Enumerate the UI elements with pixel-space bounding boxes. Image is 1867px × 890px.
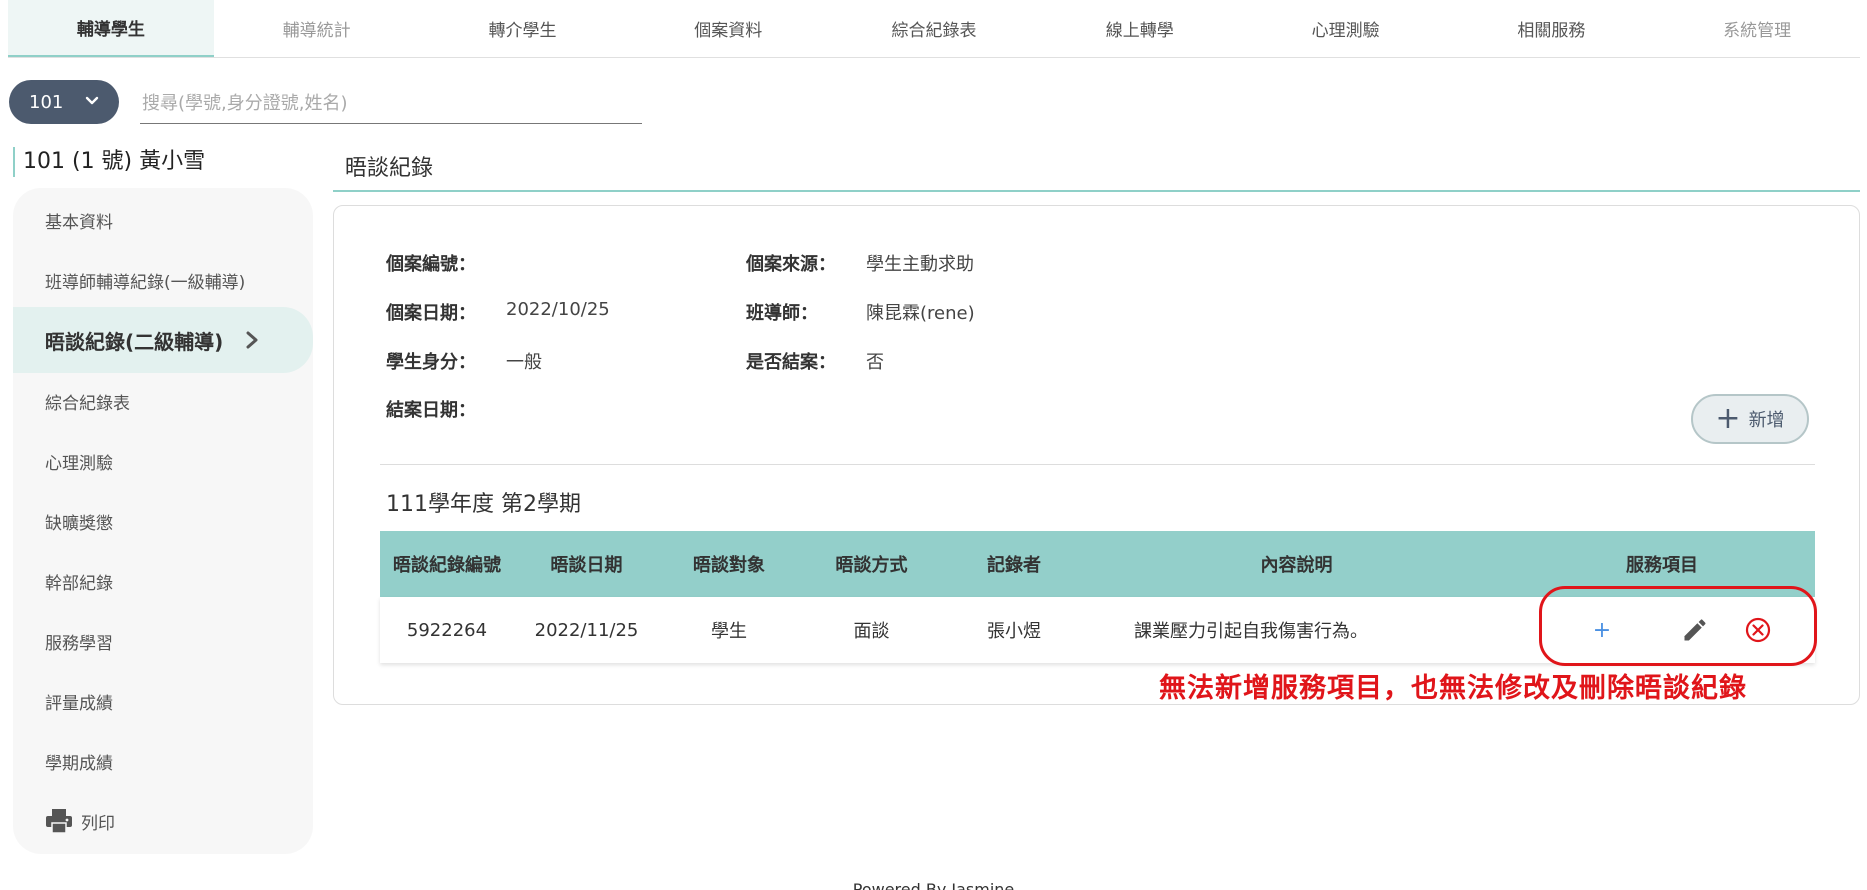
case-no-label: 個案編號： xyxy=(386,254,476,275)
sidebar-item-basic-info[interactable]: 基本資料 xyxy=(13,192,313,248)
annotation-text: 無法新增服務項目，也無法修改及刪除晤談紀錄 xyxy=(1159,673,1747,704)
header-cell: 晤談日期 xyxy=(550,555,623,576)
student-identity-value: 一般 xyxy=(506,352,542,373)
footer-text: Powered By Jasmine xyxy=(852,880,1015,890)
class-select[interactable]: 101 xyxy=(9,80,119,124)
close-date-label: 結案日期： xyxy=(386,400,476,421)
sidebar-item-cadre-record[interactable]: 幹部紀錄 xyxy=(13,553,313,609)
header-cell: 晤談紀錄編號 xyxy=(393,555,501,576)
sidebar-item-service-learning[interactable]: 服務學習 xyxy=(13,613,313,669)
record-id-cell: 5922264 xyxy=(406,619,488,641)
case-date-label: 個案日期： xyxy=(386,303,476,324)
record-target-cell: 學生 xyxy=(711,621,747,642)
tab-related-services[interactable]: 相關服務 xyxy=(1448,0,1654,57)
page-title: 晤談紀錄 xyxy=(333,152,1860,192)
sidebar-item-psych-test[interactable]: 心理測驗 xyxy=(13,433,313,489)
sidebar: 基本資料 班導師輔導紀錄(一級輔導) 晤談紀錄(二級輔導) 綜合紀錄表 心理測驗… xyxy=(13,188,313,854)
chevron-down-icon xyxy=(85,96,99,105)
record-date-cell: 2022/11/25 xyxy=(534,619,639,641)
student-name: 101 (1 號) 黃小雪 xyxy=(13,147,205,177)
tab-comprehensive-record[interactable]: 綜合紀錄表 xyxy=(831,0,1037,57)
add-record-label: 新增 xyxy=(1748,410,1785,431)
case-source-value: 學生主動求助 xyxy=(866,254,974,275)
tab-psych-test[interactable]: 心理測驗 xyxy=(1243,0,1449,57)
sidebar-item-label: 幹部紀錄 xyxy=(45,573,113,594)
tab-counseling-students[interactable]: 輔導學生 xyxy=(8,0,214,57)
case-closed-value: 否 xyxy=(866,352,884,373)
class-teacher-value: 陳昆霖(rene) xyxy=(866,303,975,324)
sidebar-item-assessment-scores[interactable]: 評量成績 xyxy=(13,673,313,729)
top-nav: 輔導學生 輔導統計 轉介學生 個案資料 綜合紀錄表 線上轉學 心理測驗 相關服務… xyxy=(8,0,1860,58)
student-identity-label: 學生身分： xyxy=(386,352,476,373)
printer-icon xyxy=(46,809,72,834)
divider xyxy=(380,464,1815,465)
annotation-highlight-ring xyxy=(1539,586,1817,666)
case-source-label: 個案來源： xyxy=(746,254,836,275)
header-cell: 晤談方式 xyxy=(835,555,908,576)
sidebar-item-label: 綜合紀錄表 xyxy=(45,393,130,414)
interview-record-card: 個案編號： 個案來源： 學生主動求助 個案日期： 2022/10/25 班導師：… xyxy=(333,205,1860,705)
sidebar-item-label: 晤談紀錄(二級輔導) xyxy=(45,329,224,354)
sidebar-item-label: 服務學習 xyxy=(45,633,113,654)
sidebar-item-label: 評量成績 xyxy=(45,693,113,714)
sidebar-item-label: 列印 xyxy=(81,813,115,834)
record-method-cell: 面談 xyxy=(853,621,890,642)
add-record-button[interactable]: + 新增 xyxy=(1691,394,1809,444)
case-date-value: 2022/10/25 xyxy=(506,299,610,320)
sidebar-item-label: 缺曠獎懲 xyxy=(45,513,113,534)
tab-system-admin[interactable]: 系統管理 xyxy=(1654,0,1860,57)
class-teacher-label: 班導師： xyxy=(746,303,818,324)
tab-counseling-statistics[interactable]: 輔導統計 xyxy=(214,0,420,57)
sidebar-item-comprehensive-record[interactable]: 綜合紀錄表 xyxy=(13,373,313,429)
sidebar-item-label: 學期成績 xyxy=(45,753,113,774)
tab-referral-students[interactable]: 轉介學生 xyxy=(420,0,626,57)
plus-icon: + xyxy=(1715,401,1741,436)
sidebar-item-label: 班導師輔導紀錄(一級輔導) xyxy=(45,272,246,293)
sidebar-item-interview-record[interactable]: 晤談紀錄(二級輔導) xyxy=(13,307,313,373)
chevron-right-icon xyxy=(246,331,258,349)
search-input[interactable] xyxy=(140,84,642,124)
sidebar-item-attendance[interactable]: 缺曠獎懲 xyxy=(13,493,313,549)
tab-online-transfer[interactable]: 線上轉學 xyxy=(1037,0,1243,57)
sidebar-item-teacher-record[interactable]: 班導師輔導紀錄(一級輔導) xyxy=(13,252,313,308)
header-cell: 內容說明 xyxy=(1260,555,1333,576)
sidebar-item-print[interactable]: 列印 xyxy=(13,793,313,849)
header-cell: 記錄者 xyxy=(987,555,1041,576)
class-select-value: 101 xyxy=(29,91,64,113)
case-closed-label: 是否結案： xyxy=(746,352,836,373)
sidebar-item-semester-scores[interactable]: 學期成績 xyxy=(13,733,313,789)
header-cell: 晤談對象 xyxy=(693,555,765,576)
sidebar-item-label: 基本資料 xyxy=(45,212,113,233)
record-recorder-cell: 張小煜 xyxy=(987,621,1041,642)
record-content-cell: 課業壓力引起自我傷害行為。 xyxy=(1134,621,1368,642)
sidebar-item-label: 心理測驗 xyxy=(45,453,113,474)
tab-case-data[interactable]: 個案資料 xyxy=(625,0,831,57)
semester-heading: 111學年度 第2學期 xyxy=(386,492,581,517)
